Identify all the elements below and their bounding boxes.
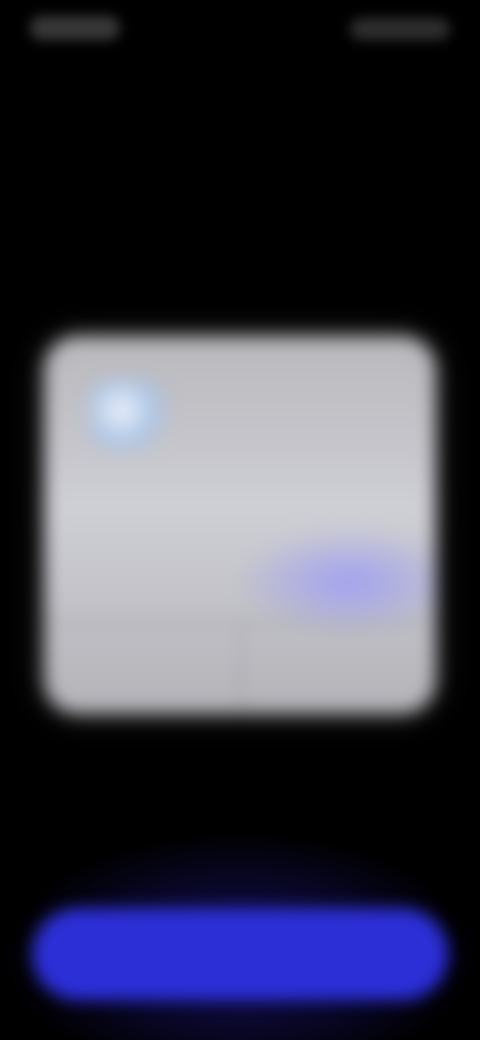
app-icon bbox=[90, 380, 168, 448]
primary-button[interactable] bbox=[32, 908, 448, 1000]
dialog-left-button[interactable] bbox=[44, 626, 240, 714]
status-indicators bbox=[350, 18, 450, 40]
permission-dialog bbox=[44, 336, 436, 714]
app-screen bbox=[0, 0, 480, 1040]
dialog-highlight bbox=[234, 526, 436, 636]
status-bar bbox=[0, 0, 480, 60]
status-time bbox=[30, 16, 120, 40]
dialog-right-button[interactable] bbox=[242, 626, 436, 714]
